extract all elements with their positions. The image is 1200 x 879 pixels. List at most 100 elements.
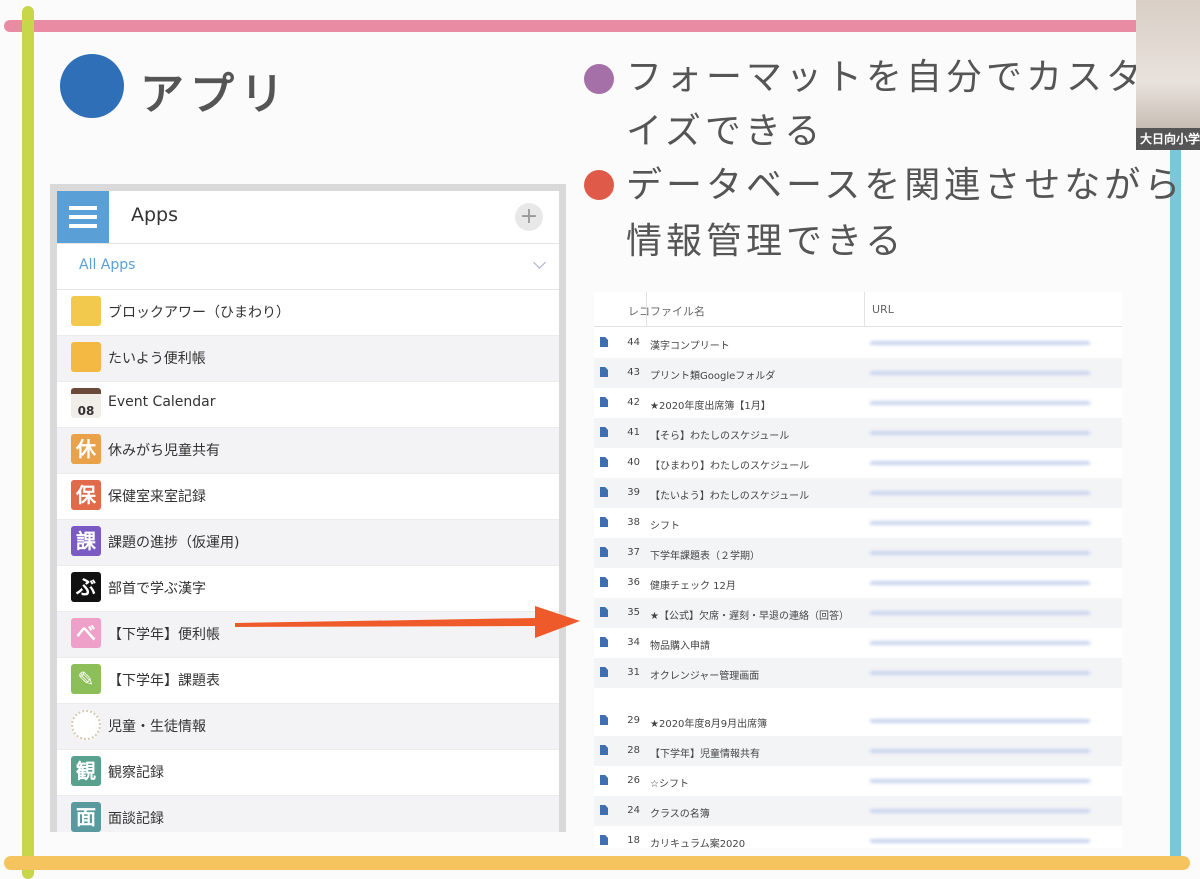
url-blurred xyxy=(870,581,1090,585)
app-label: 児童・生徒情報 xyxy=(108,719,206,735)
url-blurred xyxy=(870,719,1090,723)
app-list-item[interactable]: 面面談記録 xyxy=(57,796,559,832)
file-name: ★2020年度出席簿【1月】 xyxy=(650,401,771,412)
col-url: URL xyxy=(872,303,894,316)
table-row[interactable]: 43 プリント類Googleフォルダ xyxy=(594,358,1122,388)
table-row[interactable]: 37 下学年課題表（２学期） xyxy=(594,538,1122,568)
table-row[interactable]: 34 物品購入申請 xyxy=(594,628,1122,658)
document-icon[interactable] xyxy=(600,745,608,755)
app-list-item[interactable]: 児童・生徒情報 xyxy=(57,704,559,750)
app-label: 面談記録 xyxy=(108,811,164,827)
all-apps-dropdown[interactable]: All Apps xyxy=(57,244,559,290)
table-row[interactable]: 29 ★2020年度8月9月出席簿 xyxy=(594,706,1122,736)
record-number: 39 xyxy=(627,487,640,498)
document-icon[interactable] xyxy=(600,715,608,725)
table-row[interactable]: 36 健康チェック 12月 xyxy=(594,568,1122,598)
document-icon[interactable] xyxy=(600,397,608,407)
add-app-button[interactable]: + xyxy=(515,203,543,231)
bullet-1-line-1: フォーマットを自分でカスタマ xyxy=(626,57,1187,98)
diamond-icon xyxy=(71,296,101,326)
kanji-icon: 面 xyxy=(71,802,101,832)
app-list-item[interactable]: 休休みがち児童共有 xyxy=(57,428,559,474)
document-icon[interactable] xyxy=(600,367,608,377)
file-name: ★【公式】欠席・遅刻・早退の連絡（回答） xyxy=(650,611,849,622)
url-blurred xyxy=(870,779,1090,783)
document-icon[interactable] xyxy=(600,547,608,557)
bullet-1-line-2: イズできる xyxy=(626,111,825,152)
decor-line-left xyxy=(22,6,34,879)
app-label: Event Calendar xyxy=(108,394,216,410)
file-name: クラスの名簿 xyxy=(650,809,710,820)
app-label: 【下学年】課題表 xyxy=(108,673,220,689)
file-name: 【たいよう】わたしのスケジュール xyxy=(650,491,810,502)
app-list-item[interactable]: 課課題の進捗（仮運用) xyxy=(57,520,559,566)
table-row[interactable]: 42 ★2020年度出席簿【1月】 xyxy=(594,388,1122,418)
webcam-label: 大日向小学 xyxy=(1136,128,1200,150)
table-row[interactable]: 18 カリキュラム案2020 xyxy=(594,826,1122,848)
record-number: 43 xyxy=(627,367,640,378)
decor-line-right xyxy=(1170,120,1181,860)
table-row[interactable]: 38 シフト xyxy=(594,508,1122,538)
document-icon[interactable] xyxy=(600,427,608,437)
url-blurred xyxy=(870,839,1090,843)
calendar-icon: 08 xyxy=(71,388,101,418)
decor-line-top xyxy=(4,20,1154,32)
app-list-item[interactable]: 08 Event Calendar xyxy=(57,382,559,428)
table-row[interactable]: 26 ☆シフト xyxy=(594,766,1122,796)
table-row[interactable]: 31 オクレンジャー管理画面 xyxy=(594,658,1122,688)
arrow-icon xyxy=(235,606,580,638)
app-list-item[interactable]: たいよう便利帳 xyxy=(57,336,559,382)
document-icon[interactable] xyxy=(600,835,608,845)
table-row[interactable]: 39 【たいよう】わたしのスケジュール xyxy=(594,478,1122,508)
document-icon[interactable] xyxy=(600,577,608,587)
file-name: 漢字コンプリート xyxy=(650,341,730,352)
kanji-icon: 休 xyxy=(71,434,101,464)
file-name: プリント類Googleフォルダ xyxy=(650,371,776,382)
document-icon[interactable] xyxy=(600,775,608,785)
bullet-dot-1 xyxy=(584,64,614,94)
url-blurred xyxy=(870,491,1090,495)
document-icon[interactable] xyxy=(600,337,608,347)
record-number: 18 xyxy=(627,835,640,846)
record-number: 29 xyxy=(627,715,640,726)
bullet-dot-2 xyxy=(584,170,614,200)
document-icon[interactable] xyxy=(600,805,608,815)
kanji-icon: 観 xyxy=(71,756,101,786)
record-number: 38 xyxy=(627,517,640,528)
record-number: 37 xyxy=(627,547,640,558)
document-icon[interactable] xyxy=(600,637,608,647)
app-label: 観察記録 xyxy=(108,765,164,781)
file-name: ★2020年度8月9月出席簿 xyxy=(650,719,768,730)
document-icon[interactable] xyxy=(600,667,608,677)
app-list-item[interactable]: 保保健室来室記録 xyxy=(57,474,559,520)
document-icon[interactable] xyxy=(600,517,608,527)
table-row[interactable]: 41 【そら】わたしのスケジュール xyxy=(594,418,1122,448)
file-name: 【そら】わたしのスケジュール xyxy=(650,431,790,442)
file-name: ☆シフト xyxy=(650,779,689,790)
app-list-item[interactable]: ✎ 【下学年】課題表 xyxy=(57,658,559,704)
records-table: レコ ファイル名 URL 44 漢字コンプリート 43 プリント類Googleフォルダ… xyxy=(594,292,1122,848)
table-row[interactable]: 40 【ひまわり】わたしのスケジュール xyxy=(594,448,1122,478)
kanji-icon: ぶ xyxy=(71,572,101,602)
document-icon[interactable] xyxy=(600,607,608,617)
table-row[interactable]: 35 ★【公式】欠席・遅刻・早退の連絡（回答） xyxy=(594,598,1122,628)
app-label: ブロックアワー（ひまわり） xyxy=(108,305,290,321)
record-number: 40 xyxy=(627,457,640,468)
file-name: 【下学年】児童情報共有 xyxy=(650,749,760,760)
table-row[interactable]: 24 クラスの名簿 xyxy=(594,796,1122,826)
url-blurred xyxy=(870,401,1090,405)
table-row[interactable]: 44 漢字コンプリート xyxy=(594,328,1122,358)
document-icon[interactable] xyxy=(600,457,608,467)
table-row[interactable]: 28 【下学年】児童情報共有 xyxy=(594,736,1122,766)
sun-icon xyxy=(71,342,101,372)
record-number: 41 xyxy=(627,427,640,438)
bullet-2-line-1: データベースを関連させながら xyxy=(626,165,1185,206)
record-number: 24 xyxy=(627,805,640,816)
list-icon xyxy=(57,191,109,243)
app-list-item[interactable]: 観観察記録 xyxy=(57,750,559,796)
app-list-item[interactable]: ブロックアワー（ひまわり） xyxy=(57,290,559,336)
file-name: カリキュラム案2020 xyxy=(650,839,746,848)
pencil-icon: ✎ xyxy=(71,664,101,694)
apps-title: Apps xyxy=(131,204,179,226)
document-icon[interactable] xyxy=(600,487,608,497)
